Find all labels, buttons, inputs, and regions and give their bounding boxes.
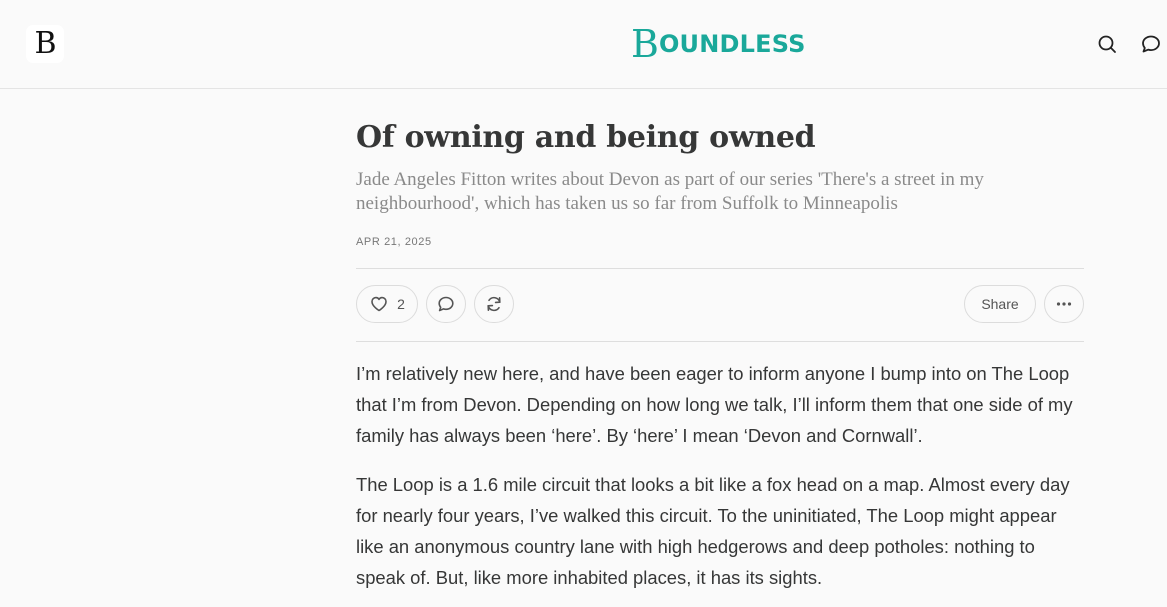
publication-logo-letter: B <box>34 26 56 61</box>
heart-icon <box>371 296 387 312</box>
body-paragraph: I’m relatively new here, and have been e… <box>356 363 1073 446</box>
restack-icon <box>487 296 501 312</box>
post-subtitle: Jade Angeles Fitton writes about Devon a… <box>356 169 984 214</box>
post-date: APR 21, 2025 <box>356 236 432 248</box>
more-options-button[interactable] <box>1044 285 1084 323</box>
comment-icon <box>438 296 454 312</box>
publication-logo[interactable]: B <box>26 25 64 63</box>
divider <box>356 341 1084 342</box>
wordmark-b: B <box>631 22 659 66</box>
body-paragraph: The Loop is a 1.6 mile circuit that look… <box>356 474 1070 588</box>
wordmark-text: OUNDLESS <box>658 30 806 58</box>
share-label: Share <box>981 296 1019 312</box>
search-icon[interactable] <box>1096 33 1118 55</box>
share-button[interactable]: Share <box>964 285 1036 323</box>
comment-button[interactable] <box>426 285 466 323</box>
more-horizontal-icon <box>1056 302 1072 306</box>
like-button[interactable]: 2 <box>356 285 418 323</box>
post-title: Of owning and being owned <box>356 120 816 155</box>
publication-wordmark[interactable]: B OUNDLESS <box>631 24 806 64</box>
chat-bubble-icon[interactable] <box>1140 33 1162 55</box>
like-count: 2 <box>397 296 405 312</box>
divider <box>356 268 1084 269</box>
top-navigation-bar: B B OUNDLESS <box>0 0 1167 89</box>
restack-button[interactable] <box>474 285 514 323</box>
